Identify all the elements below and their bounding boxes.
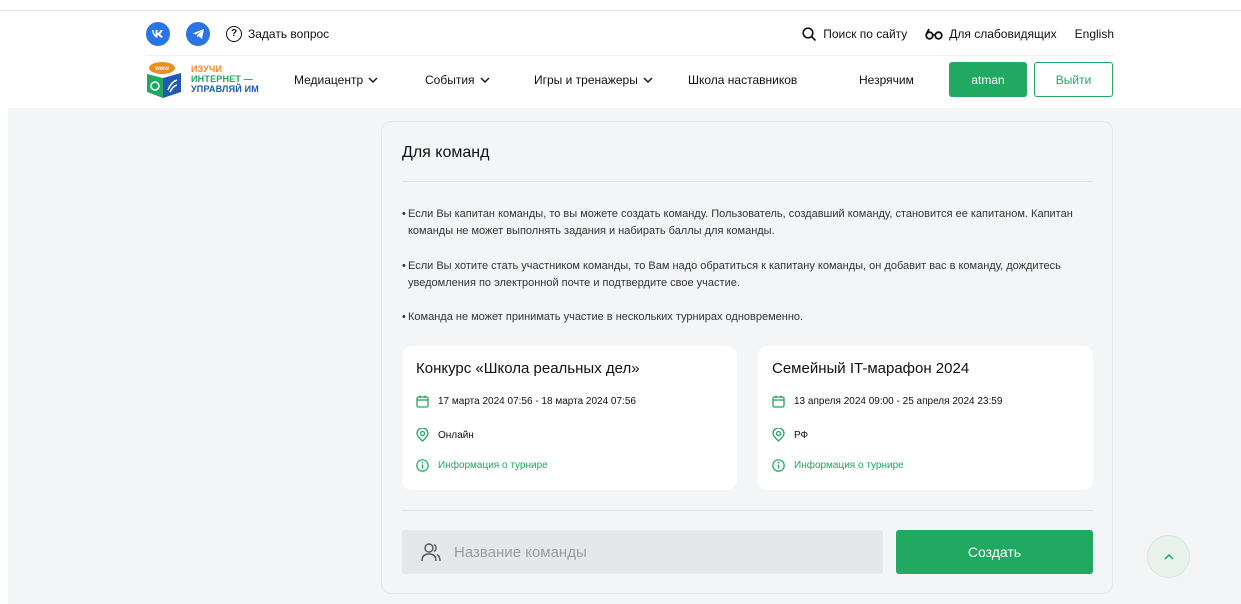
- rule-item: • Команда не может принимать участие в н…: [402, 311, 804, 323]
- logo-line-3: УПРАВЛЯЙ ИМ: [191, 84, 259, 94]
- nav-item-mediacenter[interactable]: Медиацентр: [294, 73, 378, 87]
- site-header: ? Задать вопрос Поиск по сайту Для слабо…: [0, 0, 1241, 108]
- tournament-card[interactable]: Конкурс «Школа реальных дел» 17 марта 20…: [402, 346, 737, 490]
- calendar-icon: [416, 395, 429, 408]
- tournament-name: Конкурс «Школа реальных дел»: [416, 360, 640, 377]
- tournament-dates-text: 13 апреля 2024 09:00 - 25 апреля 2024 23…: [794, 396, 1003, 407]
- rule-text: Если Вы хотите стать участником команды,…: [408, 260, 1061, 289]
- team-name-input[interactable]: [454, 543, 834, 561]
- nav-divider: [146, 55, 1114, 56]
- calendar-icon: [772, 395, 785, 408]
- glasses-icon: [925, 28, 943, 40]
- tournament-dates: 13 апреля 2024 09:00 - 25 апреля 2024 23…: [772, 395, 1002, 408]
- info-icon: [772, 459, 785, 472]
- teams-card: Для команд • Если Вы капитан команды, то…: [381, 121, 1113, 594]
- team-name-field[interactable]: [402, 530, 883, 574]
- tournament-dates-text: 17 марта 2024 07:56 - 18 марта 2024 07:5…: [438, 396, 636, 407]
- tournament-location-text: РФ: [794, 429, 809, 441]
- logo-badge: www: [154, 66, 169, 72]
- chevron-up-icon: [1163, 553, 1174, 560]
- chevron-down-icon: [643, 77, 653, 83]
- language-switch[interactable]: English: [1075, 27, 1114, 41]
- top-right-bar: Поиск по сайту Для слабовидящих English: [802, 22, 1114, 46]
- form-divider: [402, 510, 1093, 511]
- chevron-down-icon: [480, 77, 490, 83]
- users-icon: [421, 543, 441, 562]
- accessibility-link[interactable]: Для слабовидящих: [925, 27, 1057, 41]
- create-team-button[interactable]: Создать: [896, 530, 1093, 574]
- accessibility-label: Для слабовидящих: [949, 27, 1057, 41]
- nav-item-blind[interactable]: Незрячим: [859, 73, 914, 87]
- logo-icon: www: [147, 62, 181, 98]
- tournament-location-text: Онлайн: [438, 429, 474, 441]
- nav-item-label: Игры и тренажеры: [534, 73, 638, 87]
- scroll-to-top-button[interactable]: [1147, 535, 1190, 578]
- nav-item-label: Школа наставников: [688, 73, 798, 87]
- nav-item-mentors-school[interactable]: Школа наставников: [688, 73, 797, 87]
- chevron-down-icon: [368, 77, 378, 83]
- logo-line-1: ИЗУЧИ: [191, 64, 223, 74]
- tournament-name: Семейный IT-марафон 2024: [772, 360, 970, 377]
- search-icon: [802, 26, 817, 41]
- rule-text: Если Вы капитан команды, то вы можете со…: [408, 208, 1073, 237]
- search-label: Поиск по сайту: [823, 27, 908, 41]
- nav-item-label: Незрячим: [859, 73, 914, 87]
- nav-item-label: Медиацентр: [294, 73, 364, 87]
- logo-line-2: ИНТЕРНЕТ —: [191, 74, 253, 84]
- ask-question-link[interactable]: ? Задать вопрос: [226, 26, 329, 42]
- location-pin-icon: [416, 428, 429, 442]
- nav-item-events[interactable]: События: [425, 73, 490, 87]
- rule-item: • Если Вы капитан команды, то вы можете …: [402, 208, 1073, 237]
- question-icon: ?: [226, 26, 242, 42]
- ask-question-label: Задать вопрос: [248, 27, 330, 41]
- nav-item-label: События: [425, 73, 475, 87]
- vk-icon[interactable]: [146, 22, 170, 46]
- rule-item: • Если Вы хотите стать участником команд…: [402, 260, 1061, 289]
- tournament-location: РФ: [772, 428, 808, 442]
- tournament-info-text: Информация о турнире: [438, 460, 548, 471]
- page-title: Для команд: [402, 144, 490, 161]
- tournament-dates: 17 марта 2024 07:56 - 18 марта 2024 07:5…: [416, 395, 636, 408]
- telegram-icon[interactable]: [186, 22, 210, 46]
- tournament-info-link[interactable]: Информация о турнире: [772, 459, 904, 472]
- title-divider: [402, 181, 1093, 182]
- tournament-card[interactable]: Семейный IT-марафон 2024 13 апреля 2024 …: [758, 346, 1093, 490]
- tournament-info-link[interactable]: Информация о турнире: [416, 459, 548, 472]
- language-label: English: [1074, 27, 1114, 41]
- site-logo[interactable]: www ИЗУЧИ ИНТЕРНЕТ — УПРАВЛЯЙ ИМ: [145, 60, 270, 100]
- top-divider: [0, 10, 1241, 11]
- logo-text: ИЗУЧИ ИНТЕРНЕТ — УПРАВЛЯЙ ИМ: [191, 64, 259, 94]
- location-pin-icon: [772, 428, 785, 442]
- info-icon: [416, 459, 429, 472]
- top-left-bar: ? Задать вопрос: [146, 22, 329, 46]
- site-search-link[interactable]: Поиск по сайту: [802, 26, 908, 42]
- nav-item-games[interactable]: Игры и тренажеры: [534, 73, 653, 87]
- logout-button[interactable]: Выйти: [1034, 62, 1113, 97]
- tournament-location: Онлайн: [416, 428, 474, 442]
- user-button[interactable]: atman: [949, 62, 1027, 97]
- tournament-info-text: Информация о турнире: [794, 460, 904, 471]
- rule-text: Команда не может принимать участие в нес…: [408, 311, 804, 323]
